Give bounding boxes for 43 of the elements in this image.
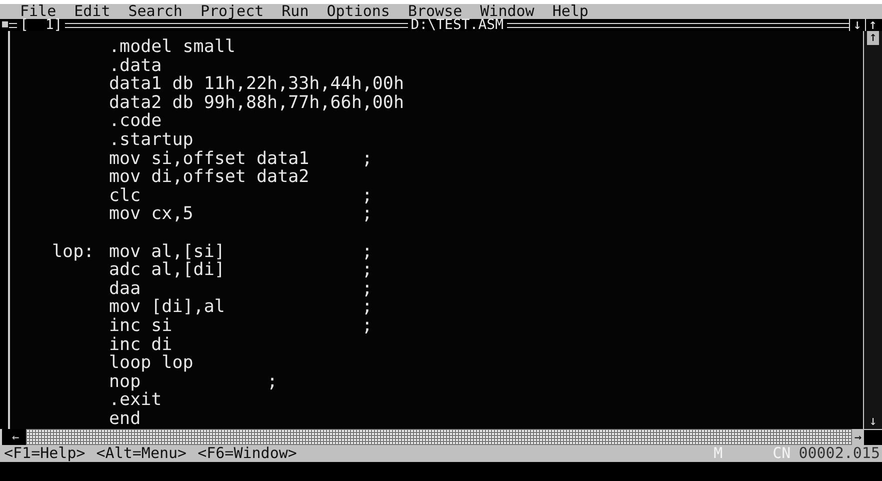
menu-item[interactable]: Help: [552, 4, 588, 19]
code-line: daa ;: [109, 280, 372, 298]
menu-item[interactable]: Edit: [74, 4, 110, 19]
scroll-right-button[interactable]: →: [852, 429, 864, 445]
code-line: .model small: [109, 38, 236, 57]
menu-item[interactable]: Search: [128, 4, 182, 19]
vertical-scrollbar[interactable]: ↑ ↓: [863, 31, 882, 429]
code-line: adc al,[di] ;: [109, 261, 372, 280]
menu-item[interactable]: Run: [282, 4, 309, 19]
window-title: D:\TEST.ASM: [410, 19, 505, 31]
code-line: nop ;: [109, 372, 278, 392]
close-button[interactable]: ■: [0, 19, 10, 31]
cursor-position: 00002.015: [798, 445, 881, 462]
key-hint[interactable]: <Alt=Menu>: [96, 445, 187, 462]
menu-item[interactable]: Project: [200, 4, 264, 19]
scroll-up-button[interactable]: ↑: [867, 31, 879, 45]
code-line: mov di,offset data2: [109, 168, 310, 187]
horizontal-scrollbar[interactable]: [26, 429, 852, 445]
code-line: .data: [109, 56, 162, 76]
key-hint[interactable]: <F6=Window>: [198, 445, 297, 462]
menu-item[interactable]: File: [20, 4, 56, 19]
window-number: [ 1]: [19, 19, 64, 31]
code-label: lop:: [52, 242, 94, 262]
menu-item[interactable]: Window: [480, 4, 534, 19]
code-line: inc si ;: [109, 316, 372, 336]
code-line: .code: [109, 112, 162, 131]
code-line: data2 db 99h,88h,77h,66h,00h: [109, 94, 404, 112]
menu-item[interactable]: Browse: [408, 4, 462, 19]
menu-item[interactable]: Options: [326, 4, 390, 19]
code-line: .exit: [109, 391, 162, 410]
code-editor[interactable]: [8, 31, 863, 429]
code-line: mov si,offset data1 ;: [109, 150, 372, 168]
code-line: mov [di],al ;: [109, 298, 372, 317]
code-line: clc ;: [109, 186, 372, 206]
scroll-down-button[interactable]: ↓: [869, 415, 877, 429]
key-hint[interactable]: <F1=Help>: [4, 445, 86, 462]
code-line: mov cx,5 ;: [109, 205, 372, 224]
code-line: mov al,[si] ;: [109, 242, 372, 262]
code-line: data1 db 11h,22h,33h,44h,00h: [109, 75, 404, 94]
code-line: end: [109, 410, 141, 428]
code-line: loop lop: [109, 354, 194, 373]
code-line: .startup: [109, 130, 194, 150]
code-line: inc di: [109, 336, 172, 354]
